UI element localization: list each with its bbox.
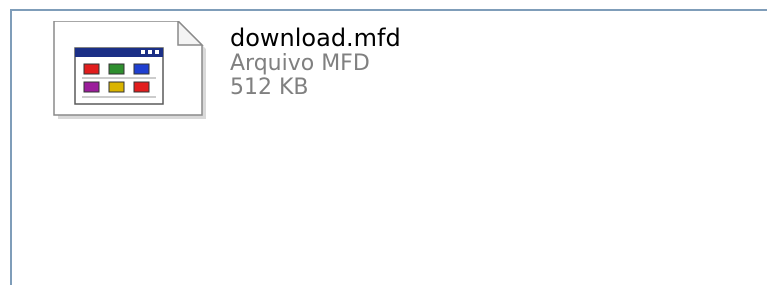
file-list-pane: download.mfd Arquivo MFD 512 KB [0,0,767,285]
file-type: Arquivo MFD [230,51,370,76]
pane-border-left [10,9,12,285]
mfd-file-icon[interactable] [34,21,209,121]
file-size: 512 KB [230,75,309,100]
file-details: download.mfd Arquivo MFD 512 KB [230,24,490,100]
file-item[interactable]: download.mfd Arquivo MFD 512 KB [34,21,494,121]
pane-border-top [10,9,767,11]
file-name[interactable]: download.mfd [230,24,490,52]
